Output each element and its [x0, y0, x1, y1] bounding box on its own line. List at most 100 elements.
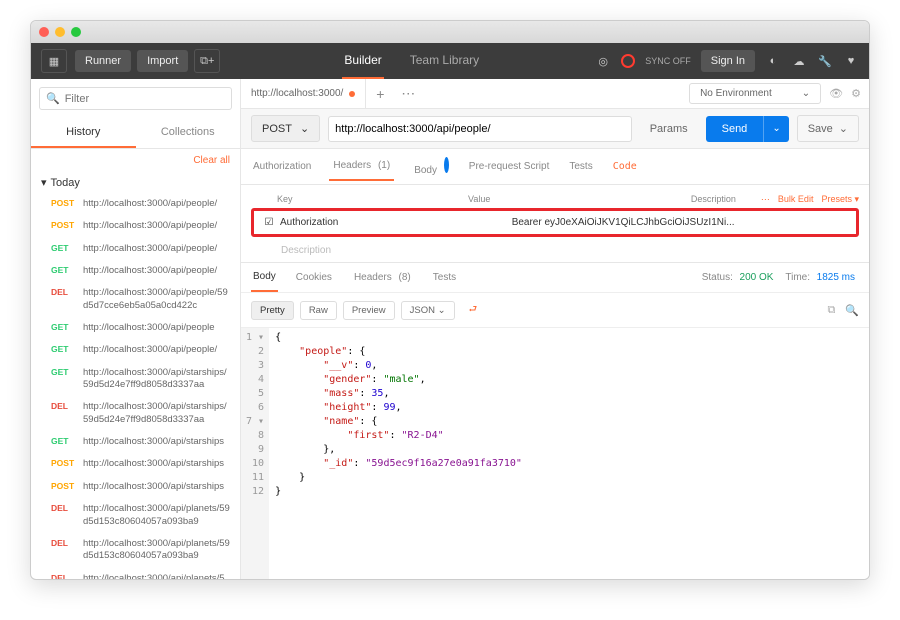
history-item[interactable]: POSThttp://localhost:3000/api/starships: [31, 453, 240, 475]
headers-table: Key Value Description ⋯ Bulk Edit Preset…: [241, 185, 869, 243]
view-preview-button[interactable]: Preview: [343, 301, 395, 320]
tab-title: http://localhost:3000/: [251, 88, 343, 99]
history-item[interactable]: GEThttp://localhost:3000/api/starships: [31, 431, 240, 453]
send-button[interactable]: Send: [706, 116, 764, 142]
tab-history[interactable]: History: [31, 118, 136, 148]
resp-tab-headers[interactable]: Headers (8): [350, 264, 415, 291]
history-method: GET: [51, 436, 77, 448]
tab-builder[interactable]: Builder: [342, 43, 383, 79]
resp-tab-tests[interactable]: Tests: [431, 264, 458, 291]
view-pretty-button[interactable]: Pretty: [251, 301, 294, 320]
history-item[interactable]: GEThttp://localhost:3000/api/starships/5…: [31, 362, 240, 397]
code-link[interactable]: Code: [611, 153, 859, 180]
request-tabs: http://localhost:3000/ + ⋯ No Environmen…: [241, 79, 869, 109]
history-item[interactable]: POSThttp://localhost:3000/api/people/: [31, 193, 240, 215]
header-value[interactable]: Bearer eyJ0eXAiOiJKV1QiLCJhbGciOiJSUzI1N…: [512, 217, 782, 228]
cloud-icon[interactable]: ☁: [791, 53, 807, 69]
history-url: http://localhost:3000/api/people/: [83, 198, 217, 210]
sync-status-icon[interactable]: [621, 54, 635, 68]
sidebar-toggle-icon[interactable]: ▦: [41, 49, 67, 73]
sync-label: SYNC OFF: [645, 56, 691, 66]
copy-icon[interactable]: ⧉: [827, 304, 835, 317]
history-method: GET: [51, 265, 77, 277]
history-item[interactable]: POSThttp://localhost:3000/api/starships: [31, 476, 240, 498]
view-raw-button[interactable]: Raw: [300, 301, 337, 320]
resp-tab-cookies[interactable]: Cookies: [294, 264, 334, 291]
request-subtabs: Authorization Headers (1) Body Pre-reque…: [241, 149, 869, 185]
search-response-icon[interactable]: 🔍: [845, 304, 859, 317]
content-area: 🔍 History Collections Clear all ▾Today P…: [31, 79, 869, 579]
resp-tab-body[interactable]: Body: [251, 263, 278, 292]
tab-team-library[interactable]: Team Library: [408, 43, 481, 79]
history-method: DEL: [51, 401, 77, 426]
notifications-icon[interactable]: ◐: [765, 53, 781, 69]
header-key[interactable]: Authorization: [280, 217, 512, 228]
presets-button[interactable]: Presets ▾: [821, 194, 859, 205]
history-url: http://localhost:3000/api/planets/59d5d1…: [83, 538, 230, 563]
history-item[interactable]: DELhttp://localhost:3000/api/planets/59d…: [31, 533, 240, 568]
header-row-authorization[interactable]: ☑ Authorization Bearer eyJ0eXAiOiJKV1QiL…: [251, 208, 859, 237]
save-button[interactable]: Save⌄: [797, 115, 859, 142]
sign-in-button[interactable]: Sign In: [701, 50, 755, 72]
history-method: DEL: [51, 503, 77, 528]
method-select[interactable]: POST⌄: [251, 115, 320, 142]
subtab-tests[interactable]: Tests: [567, 153, 594, 180]
env-settings-icon[interactable]: ⚙: [851, 87, 861, 100]
history-method: DEL: [51, 538, 77, 563]
history-item[interactable]: DELhttp://localhost:3000/api/planets/59d…: [31, 498, 240, 533]
send-options-button[interactable]: ⌄: [763, 116, 788, 142]
history-url: http://localhost:3000/api/people: [83, 322, 215, 334]
history-item[interactable]: GEThttp://localhost:3000/api/people/: [31, 339, 240, 361]
environment-select[interactable]: No Environment⌄: [689, 83, 821, 104]
subtab-authorization[interactable]: Authorization: [251, 153, 313, 180]
history-item[interactable]: GEThttp://localhost:3000/api/people/: [31, 238, 240, 260]
format-select[interactable]: JSON ⌄: [401, 301, 455, 320]
params-button[interactable]: Params: [640, 117, 698, 141]
runner-button[interactable]: Runner: [75, 50, 131, 72]
history-method: GET: [51, 322, 77, 334]
history-item[interactable]: POSThttp://localhost:3000/api/people/: [31, 215, 240, 237]
history-method: POST: [51, 481, 77, 493]
add-tab-button[interactable]: +: [366, 86, 394, 102]
filter-input[interactable]: [65, 93, 225, 105]
tab-overflow-button[interactable]: ⋯: [394, 85, 422, 102]
subtab-prerequest[interactable]: Pre-request Script: [467, 153, 552, 180]
url-input[interactable]: [328, 116, 632, 142]
history-item[interactable]: GET http://localhost:3000/api/people: [31, 317, 240, 339]
history-method: DEL: [51, 573, 77, 579]
chevron-down-icon: ⌄: [300, 122, 309, 135]
row-checkbox[interactable]: ☑: [258, 217, 280, 228]
request-tab-active[interactable]: http://localhost:3000/: [241, 79, 366, 108]
close-icon[interactable]: [39, 27, 49, 37]
history-item[interactable]: DELhttp://localhost:3000/api/planets/5: [31, 568, 240, 579]
unsaved-dot-icon: [349, 91, 355, 97]
dot-icon: [444, 157, 449, 173]
response-status: Status: 200 OK Time: 1825 ms: [698, 264, 859, 291]
env-quicklook-icon[interactable]: 👁: [829, 87, 843, 100]
heart-icon[interactable]: ♥: [843, 53, 859, 69]
history-method: GET: [51, 243, 77, 255]
history-list[interactable]: POSThttp://localhost:3000/api/people/POS…: [31, 193, 240, 579]
capture-icon[interactable]: ◎: [595, 53, 611, 69]
settings-wrench-icon[interactable]: 🔧: [817, 53, 833, 69]
history-method: GET: [51, 367, 77, 392]
maximize-icon[interactable]: [71, 27, 81, 37]
clear-all-button[interactable]: Clear all: [31, 149, 240, 172]
subtab-headers[interactable]: Headers (1): [329, 152, 394, 181]
history-item[interactable]: DELhttp://localhost:3000/api/people/59d5…: [31, 282, 240, 317]
response-body-viewer[interactable]: 1 ▾234567 ▾89101112 { "people": { "__v":…: [241, 328, 869, 579]
tab-collections[interactable]: Collections: [136, 118, 241, 148]
wrap-toggle-icon[interactable]: ⮐: [461, 299, 486, 321]
import-button[interactable]: Import: [137, 50, 188, 72]
history-item[interactable]: DELhttp://localhost:3000/api/starships/5…: [31, 396, 240, 431]
app-window: ▦ Runner Import ⧉+ Builder Team Library …: [30, 20, 870, 580]
subtab-body[interactable]: Body: [410, 149, 451, 184]
history-method: GET: [51, 344, 77, 356]
minimize-icon[interactable]: [55, 27, 65, 37]
new-tab-button[interactable]: ⧉+: [194, 49, 220, 73]
history-group-today[interactable]: ▾Today: [31, 172, 240, 193]
row-actions-button[interactable]: ⋯: [761, 194, 770, 205]
bulk-edit-button[interactable]: Bulk Edit: [778, 194, 814, 205]
history-item[interactable]: GEThttp://localhost:3000/api/people/: [31, 260, 240, 282]
filter-box[interactable]: 🔍: [39, 87, 232, 110]
